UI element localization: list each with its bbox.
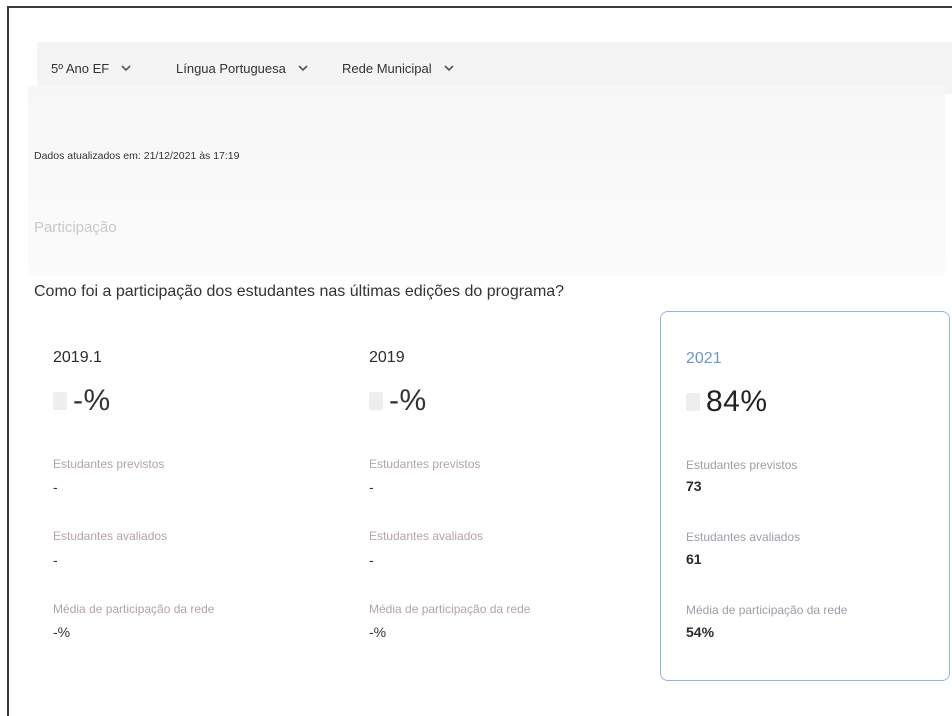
previstos-value: 73 — [686, 478, 702, 494]
previstos-label: Estudantes previstos — [53, 457, 165, 471]
chevron-down-icon — [444, 65, 454, 72]
participation-percent-row: -% — [53, 384, 111, 418]
media-value: -% — [53, 624, 71, 640]
avaliados-label: Estudantes avaliados — [686, 530, 801, 544]
previstos-label: Estudantes previstos — [686, 458, 798, 472]
participation-percent-row: 84% — [686, 385, 768, 419]
header-band — [28, 86, 945, 276]
avaliados-value: - — [369, 552, 374, 568]
avaliados-label: Estudantes avaliados — [53, 529, 168, 543]
previstos-label: Estudantes previstos — [369, 457, 481, 471]
avaliados-label: Estudantes avaliados — [369, 529, 484, 543]
edition-year: 2019.1 — [53, 349, 102, 366]
avaliados-value: 61 — [686, 551, 702, 567]
previstos-value: - — [369, 479, 374, 495]
avaliados-value: - — [53, 552, 58, 568]
filter-subject-label: Língua Portuguesa — [176, 60, 286, 76]
filter-network-label: Rede Municipal — [342, 60, 432, 76]
participation-question: Como foi a participação dos estudantes n… — [34, 283, 565, 300]
media-value: 54% — [686, 624, 715, 640]
media-label: Média de participação da rede — [53, 602, 215, 616]
section-title: Participação — [34, 219, 117, 236]
media-value: -% — [369, 624, 387, 640]
placeholder-square-icon — [686, 393, 700, 411]
edition-card-2021-selected[interactable]: 2021 84% Estudantes previstos 73 Estudan… — [660, 311, 950, 681]
placeholder-square-icon — [369, 392, 383, 410]
participation-percent-row: -% — [369, 384, 427, 418]
previstos-value: - — [53, 479, 58, 495]
participation-percent: 84% — [706, 385, 768, 418]
edition-card-2019[interactable]: 2019 -% Estudantes previstos - Estudante… — [341, 311, 647, 681]
chevron-down-icon — [298, 65, 308, 72]
edition-card-2019-1[interactable]: 2019.1 -% Estudantes previstos - Estudan… — [28, 311, 325, 681]
updated-timestamp: Dados atualizados em: 21/12/2021 às 17:1… — [34, 150, 240, 162]
placeholder-square-icon — [53, 392, 67, 410]
media-label: Média de participação da rede — [369, 602, 531, 616]
filter-grade-label: 5º Ano EF — [51, 60, 110, 76]
participation-percent: -% — [73, 384, 111, 417]
edition-year: 2021 — [686, 350, 722, 367]
media-label: Média de participação da rede — [686, 603, 848, 617]
edition-year: 2019 — [369, 349, 405, 366]
chevron-down-icon — [121, 65, 131, 72]
participation-percent: -% — [389, 384, 427, 417]
